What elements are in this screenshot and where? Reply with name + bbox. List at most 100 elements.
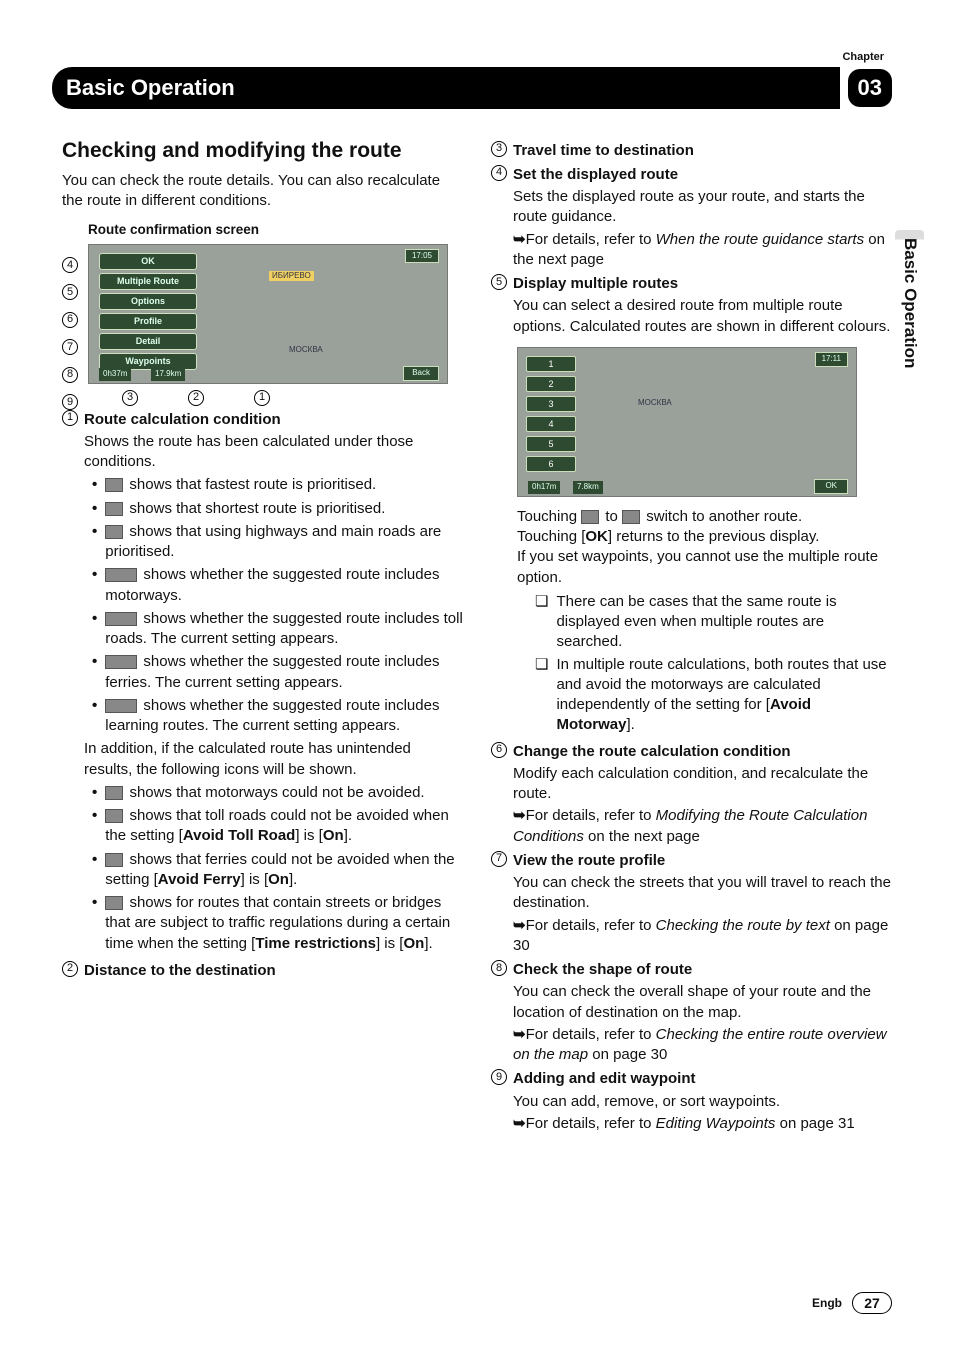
def-8: 8Check the shape of routeYou can check t… bbox=[491, 960, 892, 1065]
ss-back: Back bbox=[403, 366, 439, 381]
def-9-ref: For details, refer to Editing Waypoints … bbox=[513, 1114, 892, 1134]
ss-city: МОСКВА bbox=[289, 345, 323, 356]
def-3-title: Travel time to destination bbox=[513, 141, 892, 161]
def-2-num: 2 bbox=[62, 961, 78, 977]
chapter-label: Chapter bbox=[62, 50, 892, 65]
footer-lang: Engb bbox=[812, 1295, 842, 1311]
def-3: 3 Travel time to destination bbox=[491, 141, 892, 161]
callout-2: 2 bbox=[188, 390, 204, 406]
route-1-icon bbox=[581, 510, 599, 524]
def-4-text: Sets the displayed route as your route, … bbox=[513, 187, 892, 228]
ss-eta: 0h37m bbox=[99, 368, 131, 381]
def-7-text: You can check the streets that you will … bbox=[513, 873, 892, 914]
def-2-title: Distance to the destination bbox=[84, 961, 463, 981]
bullet-item: shows that motorways could not be avoide… bbox=[92, 783, 463, 803]
bullet-item: shows whether the suggested route includ… bbox=[92, 609, 463, 650]
route-condition-icon bbox=[105, 699, 137, 713]
route-btn-4: 4 bbox=[526, 416, 576, 432]
ss-dest: ИБИРЕВО bbox=[269, 271, 314, 282]
section-title: Basic Operation bbox=[52, 67, 840, 109]
def-1-text: Shows the route has been calculated unde… bbox=[84, 432, 463, 473]
ms-ok: OK bbox=[814, 479, 848, 494]
callout-8: 8 bbox=[62, 367, 78, 383]
ms-time: 17:11 bbox=[815, 352, 848, 367]
bullet-item: shows that fastest route is prioritised. bbox=[92, 475, 463, 495]
def-6-ref: For details, refer to Modifying the Rout… bbox=[513, 806, 892, 847]
def-8-num: 8 bbox=[491, 960, 507, 976]
ss-options: Options bbox=[99, 293, 197, 310]
callout-4: 4 bbox=[62, 257, 78, 273]
side-tab: Basic Operation bbox=[895, 230, 924, 388]
def-9-num: 9 bbox=[491, 1069, 507, 1085]
callout-1: 1 bbox=[254, 390, 270, 406]
bullet-item: shows whether the suggested route includ… bbox=[92, 652, 463, 693]
page-number: 27 bbox=[852, 1292, 892, 1314]
bullet-item: shows whether the suggested route includ… bbox=[92, 696, 463, 737]
def-8-ref: For details, refer to Checking the entir… bbox=[513, 1025, 892, 1066]
route-condition-icon bbox=[105, 478, 123, 492]
callout-7: 7 bbox=[62, 339, 78, 355]
def-6-title: Change the route calculation condition bbox=[513, 742, 892, 762]
bullet-item: shows that toll roads could not be avoid… bbox=[92, 806, 463, 847]
callout-5: 5 bbox=[62, 284, 78, 300]
route-btn-5: 5 bbox=[526, 436, 576, 452]
def-5-title: Display multiple routes bbox=[513, 274, 892, 294]
def-5-text: You can select a desired route from mult… bbox=[513, 296, 892, 337]
def-4-title: Set the displayed route bbox=[513, 165, 892, 185]
ms-dist: 7.8km bbox=[573, 481, 603, 494]
multi-para-1: Touching to switch to another route. bbox=[517, 507, 892, 527]
multi-para-3: If you set waypoints, you cannot use the… bbox=[517, 547, 892, 588]
def-7-title: View the route profile bbox=[513, 851, 892, 871]
route-condition-icon bbox=[105, 525, 123, 539]
def-6: 6Change the route calculation conditionM… bbox=[491, 742, 892, 847]
bullet-item: shows that using highways and main roads… bbox=[92, 522, 463, 563]
def-5-num: 5 bbox=[491, 274, 507, 290]
multi-note-2: In multiple route calculations, both rou… bbox=[535, 655, 892, 736]
route-condition-icon bbox=[105, 502, 123, 516]
route-condition-icon bbox=[105, 612, 137, 626]
callout-6: 6 bbox=[62, 312, 78, 328]
route-warning-icon bbox=[105, 786, 123, 800]
multi-note-1: There can be cases that the same route i… bbox=[535, 592, 892, 653]
page-heading: Checking and modifying the route bbox=[62, 137, 463, 165]
route-6-icon bbox=[622, 510, 640, 524]
ss-detail: Detail bbox=[99, 333, 197, 350]
intro-text: You can check the route details. You can… bbox=[62, 171, 463, 212]
route-warning-icon bbox=[105, 853, 123, 867]
def-1-title: Route calculation condition bbox=[84, 410, 463, 430]
route-btn-6: 6 bbox=[526, 456, 576, 472]
ss-time: 17:05 bbox=[405, 249, 439, 264]
route-warning-icon bbox=[105, 809, 123, 823]
route-confirm-screenshot: 4 5 6 7 8 9 OK Multiple Route Options Pr… bbox=[62, 244, 463, 406]
def-9: 9 Adding and edit waypoint You can add, re… bbox=[491, 1069, 892, 1134]
bullet-item: shows for routes that contain streets or… bbox=[92, 893, 463, 954]
callout-3: 3 bbox=[122, 390, 138, 406]
callout-9: 9 bbox=[62, 394, 78, 410]
ss-profile: Profile bbox=[99, 313, 197, 330]
route-btn-1: 1 bbox=[526, 356, 576, 372]
def-9-title: Adding and edit waypoint bbox=[513, 1069, 892, 1089]
def-1: 1 Route calculation condition Shows the … bbox=[62, 410, 463, 957]
bullet-item: shows whether the suggested route includ… bbox=[92, 565, 463, 606]
def-6-text: Modify each calculation condition, and r… bbox=[513, 764, 892, 805]
bullet-item: shows that shortest route is prioritised… bbox=[92, 499, 463, 519]
ss-multiple-route: Multiple Route bbox=[99, 273, 197, 290]
def-8-title: Check the shape of route bbox=[513, 960, 892, 980]
multi-para-2: Touching [OK] returns to the previous di… bbox=[517, 527, 892, 547]
def-3-num: 3 bbox=[491, 141, 507, 157]
def-7-num: 7 bbox=[491, 851, 507, 867]
chapter-number-badge: 03 bbox=[848, 69, 892, 107]
def-4-ref: For details, refer to When the route gui… bbox=[513, 230, 892, 271]
def-2: 2 Distance to the destination bbox=[62, 961, 463, 981]
route-condition-icon bbox=[105, 568, 137, 582]
route-btn-2: 2 bbox=[526, 376, 576, 392]
def-7: 7 View the route profileYou can check the… bbox=[491, 851, 892, 956]
def-4-num: 4 bbox=[491, 165, 507, 181]
route-btn-3: 3 bbox=[526, 396, 576, 412]
def-9-text: You can add, remove, or sort waypoints. bbox=[513, 1092, 892, 1112]
route-warning-icon bbox=[105, 896, 123, 910]
def-4: 4 Set the displayed routeSets the display… bbox=[491, 165, 892, 270]
bullet-item: shows that ferries could not be avoided … bbox=[92, 850, 463, 891]
def-5: 5 Display multiple routesYou can select a… bbox=[491, 274, 892, 337]
ms-city: МОСКВА bbox=[638, 398, 672, 409]
